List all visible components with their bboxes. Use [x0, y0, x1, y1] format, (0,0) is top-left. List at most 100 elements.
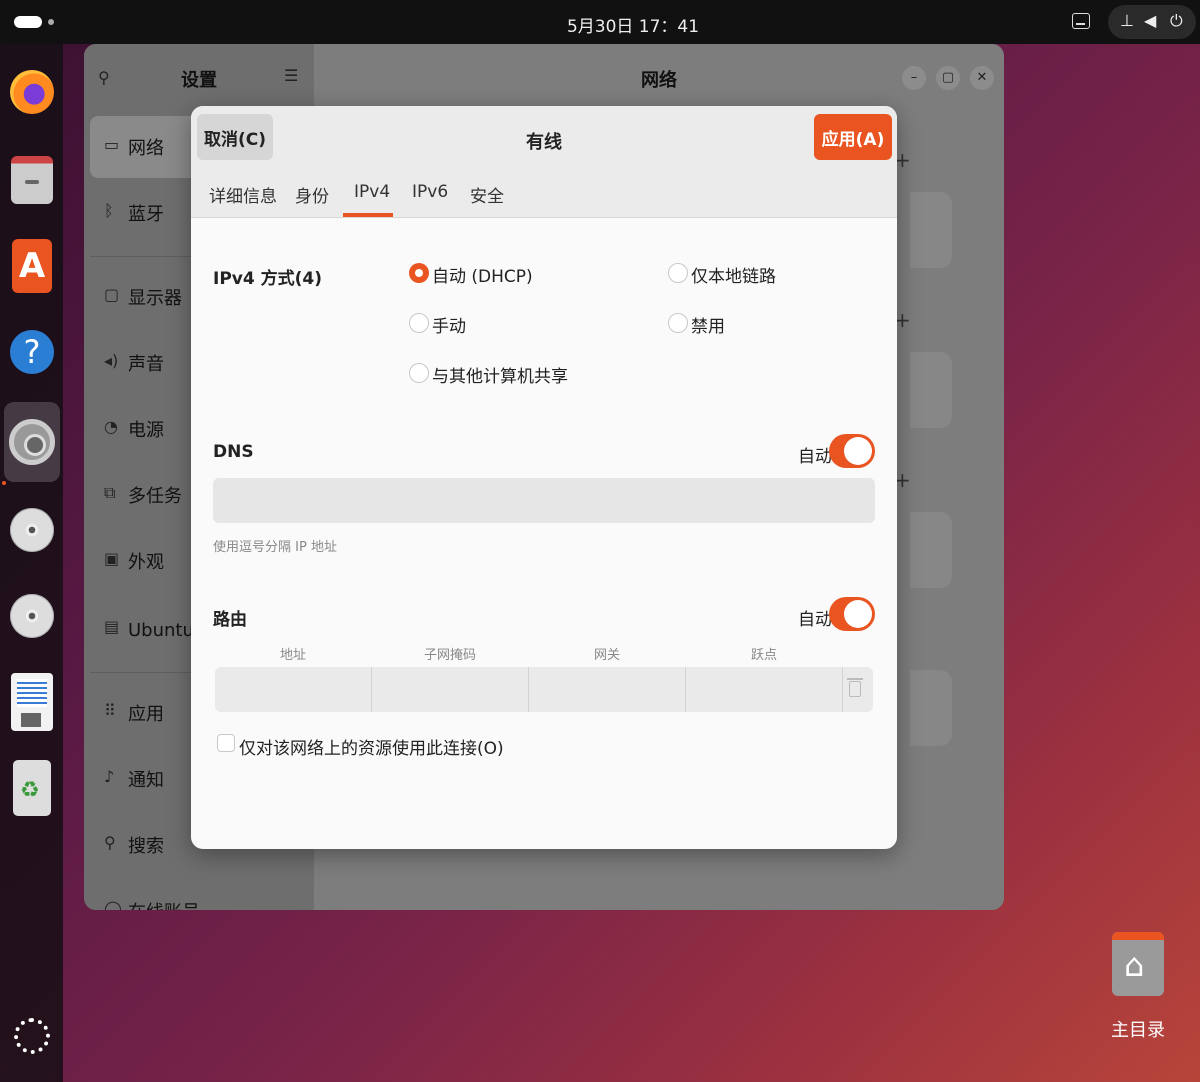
ipv4-method-label: IPv4 方式(4): [213, 269, 322, 289]
menu-icon[interactable]: ☰: [284, 66, 298, 85]
app-center-launcher[interactable]: A: [8, 238, 56, 294]
column-header-address: 地址: [279, 648, 306, 663]
method-disabled-radio[interactable]: [668, 313, 688, 333]
settings-launcher[interactable]: [4, 402, 60, 482]
restrict-to-network-label[interactable]: 仅对该网络上的资源使用此连接(O): [239, 734, 504, 759]
sidebar-item-label: 蓝牙: [128, 204, 164, 225]
files-launcher[interactable]: [8, 152, 56, 208]
method-shared-radio[interactable]: [409, 363, 429, 383]
route-address-input[interactable]: [215, 667, 372, 712]
sidebar-item-label: 网络: [128, 138, 164, 159]
tab-details[interactable]: 详细信息: [209, 182, 277, 207]
home-folder-label[interactable]: 主目录: [1100, 1016, 1176, 1042]
tab-security[interactable]: 安全: [470, 182, 504, 207]
bluetooth-icon: ᛒ: [104, 201, 114, 220]
restrict-to-network-checkbox[interactable]: [217, 734, 235, 752]
keyboard-icon[interactable]: [1072, 13, 1090, 29]
sidebar-item-label: 通知: [128, 770, 164, 791]
running-indicator: [2, 481, 6, 485]
accounts-icon: ◯: [104, 899, 122, 910]
network-card: [910, 670, 952, 746]
search-icon: ⚲: [104, 833, 116, 852]
routes-auto-switch[interactable]: [829, 597, 875, 631]
home-folder-icon[interactable]: [1112, 932, 1164, 996]
route-row: [215, 667, 873, 712]
sidebar-item-label: 在线账号: [128, 898, 200, 910]
active-tab-indicator: [343, 213, 393, 217]
system-tray[interactable]: ⊥ ◀︎ ⏻: [1108, 5, 1196, 39]
display-icon: ▢: [104, 285, 120, 304]
firefox-launcher[interactable]: [8, 64, 56, 120]
multitasking-icon: ⧉: [104, 483, 116, 502]
help-launcher[interactable]: ?: [8, 324, 56, 380]
sidebar-item-label: 声音: [128, 354, 164, 375]
sidebar-item-label: 电源: [128, 420, 164, 441]
method-auto-label: 自动 (DHCP): [432, 267, 533, 287]
network-card: [910, 192, 952, 268]
clock[interactable]: 5月30日 17：41: [0, 12, 1200, 37]
network-card: [910, 512, 952, 588]
appearance-icon: ▣: [104, 549, 120, 568]
settings-icon: [9, 419, 55, 465]
route-netmask-input[interactable]: [372, 667, 529, 712]
sidebar-item-online-accounts[interactable]: ◯ 在线账号: [90, 880, 308, 910]
route-gateway-input[interactable]: [529, 667, 686, 712]
network-icon: ⊥: [1120, 11, 1134, 30]
tab-ipv6[interactable]: IPv6: [412, 182, 448, 202]
method-link-local-radio[interactable]: [668, 263, 688, 283]
maximize-button[interactable]: ▢: [936, 66, 960, 90]
method-disabled-label: 禁用: [691, 317, 725, 337]
firefox-icon: [10, 70, 54, 114]
disc-launcher-1[interactable]: [8, 502, 56, 558]
dialog-header: 取消(C) 有线 应用(A) 详细信息 身份 IPv4 IPv6 安全: [191, 106, 897, 218]
column-header-metric: 跃点: [750, 648, 777, 663]
dns-input[interactable]: [213, 478, 875, 523]
sound-icon: ◂): [104, 351, 119, 370]
network-card: [910, 352, 952, 428]
routes-auto-label: 自动: [798, 610, 832, 630]
files-icon: [11, 156, 53, 204]
delete-route-icon[interactable]: [847, 678, 863, 697]
apps-icon: ⠿: [104, 701, 116, 720]
trash-icon: [13, 760, 51, 816]
disc-icon: [10, 508, 54, 552]
route-metric-input[interactable]: [686, 667, 843, 712]
close-button[interactable]: ✕: [970, 66, 994, 90]
page-title: 网络: [641, 70, 677, 91]
sidebar-title: 设置: [181, 70, 217, 91]
top-bar: 5月30日 17：41 ⊥ ◀︎ ⏻: [0, 0, 1200, 44]
sidebar-item-label: 搜索: [128, 836, 164, 857]
method-auto-radio[interactable]: [409, 263, 429, 283]
text-editor-launcher[interactable]: [8, 673, 56, 731]
routes-label: 路由: [213, 610, 247, 630]
dns-label: DNS: [213, 442, 254, 462]
text-editor-icon: [11, 673, 53, 731]
trash-launcher[interactable]: [8, 760, 56, 816]
sidebar-item-label: 显示器: [128, 288, 182, 309]
minimize-button[interactable]: –: [902, 66, 926, 90]
dns-auto-label: 自动: [798, 447, 832, 467]
volume-icon: ◀︎: [1144, 11, 1157, 30]
method-link-local-label: 仅本地链路: [691, 267, 776, 287]
ubuntu-desktop-icon: ▤: [104, 617, 120, 636]
dock: A ?: [0, 44, 63, 1082]
network-icon: ▭: [104, 135, 120, 154]
app-center-icon: A: [12, 239, 52, 293]
method-manual-radio[interactable]: [409, 313, 429, 333]
column-header-gateway: 网关: [593, 648, 620, 663]
disc-launcher-2[interactable]: [8, 588, 56, 644]
power-icon: ◔: [104, 417, 118, 436]
bell-icon: ♪: [104, 767, 115, 786]
dialog-title: 有线: [526, 132, 562, 153]
wired-settings-dialog: 取消(C) 有线 应用(A) 详细信息 身份 IPv4 IPv6 安全 IPv4…: [191, 106, 897, 849]
sidebar-item-label: 应用: [128, 704, 164, 725]
sidebar-item-label: 多任务: [128, 486, 182, 507]
show-apps-button[interactable]: [8, 1008, 56, 1064]
help-icon: ?: [10, 330, 54, 374]
show-apps-icon: [14, 1018, 50, 1054]
sidebar-item-label: 外观: [128, 552, 164, 573]
dns-auto-switch[interactable]: [829, 434, 875, 468]
tab-ipv4[interactable]: IPv4: [354, 182, 390, 202]
tab-identity[interactable]: 身份: [295, 182, 329, 207]
apply-button[interactable]: 应用(A): [814, 114, 892, 160]
